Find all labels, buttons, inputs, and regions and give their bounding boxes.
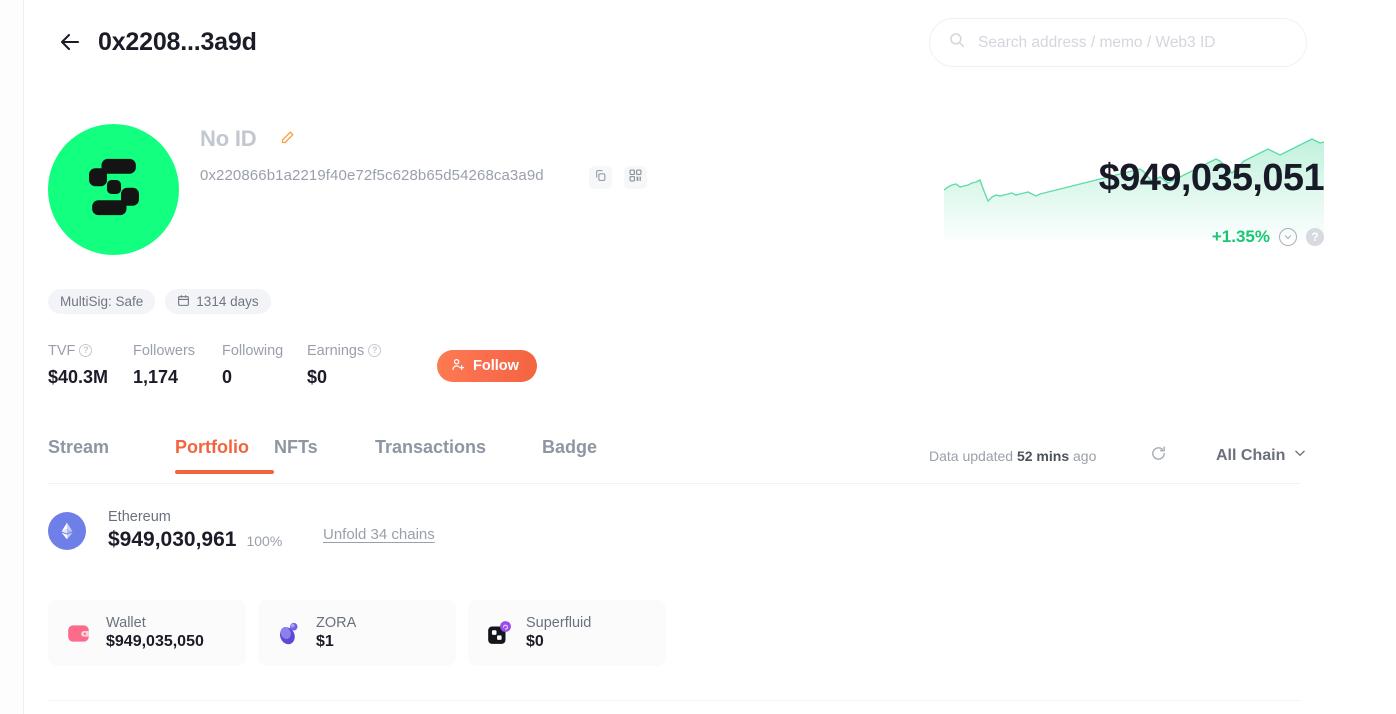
search-input[interactable] (978, 33, 1288, 52)
chain-amount-row: $949,030,961 100% (108, 528, 282, 552)
header: 0x2208...3a9d (24, 0, 1396, 86)
balance-panel: $949,035,051 +1.35% ? (924, 130, 1325, 260)
page-content: 0x2208...3a9d Search address / memo / We… (24, 0, 1396, 714)
card-name: ZORA (316, 615, 357, 631)
app-root: 0x2208...3a9d Search address / memo / We… (0, 0, 1396, 714)
updated-value: 52 mins (1016, 448, 1070, 464)
tab-portfolio[interactable]: Portfolio (175, 437, 274, 474)
updated-suffix: ago (1073, 448, 1097, 464)
card-text: Wallet $949,035,050 (106, 615, 204, 651)
page-title: 0x2208...3a9d (98, 28, 257, 56)
user-plus-icon (451, 357, 466, 376)
tab-stream[interactable]: Stream (48, 437, 175, 474)
tag-label: 1314 days (196, 294, 259, 309)
protocol-card-wallet[interactable]: Wallet $949,035,050 (48, 600, 246, 666)
refresh-button[interactable] (1146, 444, 1170, 468)
chain-percent: 100% (246, 533, 283, 549)
chain-filter-label: All Chain (1216, 446, 1286, 464)
arrow-left-icon (58, 30, 82, 59)
help-circle-icon[interactable]: ? (1306, 228, 1324, 246)
stat-value: $40.3M (48, 367, 109, 387)
stat-value: 1,174 (133, 367, 179, 387)
card-text: Superfluid $0 (526, 615, 591, 651)
stat-label-text: TVF (48, 342, 76, 359)
follow-button-label: Follow (473, 358, 519, 374)
protocol-card-superfluid[interactable]: Superfluid $0 (468, 600, 666, 666)
ethereum-icon (48, 511, 86, 550)
chain-name: Ethereum (108, 509, 171, 525)
follow-button[interactable]: Follow (437, 350, 537, 382)
help-circle-icon[interactable]: ? (79, 344, 93, 357)
calendar-icon (177, 294, 190, 310)
stat-label: TVF ? (48, 341, 133, 360)
edit-name-button[interactable] (277, 130, 297, 150)
safe-logo-icon (75, 148, 153, 231)
tab-nfts[interactable]: NFTs (274, 437, 375, 474)
back-button[interactable] (52, 26, 88, 62)
chevron-down-circle-icon[interactable] (1279, 228, 1297, 246)
unfold-chains-link[interactable]: Unfold 34 chains (323, 526, 435, 543)
chain-filter-select[interactable]: All Chain (1216, 446, 1307, 465)
profile-tags: MultiSig: Safe 1314 days (48, 289, 271, 314)
data-updated-label: Data updated 52 mins ago (929, 448, 1096, 464)
search-bar[interactable] (929, 18, 1307, 67)
card-name: Wallet (106, 615, 146, 631)
protocol-card-zora[interactable]: ZORA $1 (258, 600, 456, 666)
display-name: No ID (200, 126, 257, 151)
avatar[interactable] (48, 124, 179, 255)
qr-code-button[interactable] (624, 166, 647, 189)
chain-amount: $949,030,961 (108, 528, 237, 551)
refresh-icon (1150, 445, 1167, 467)
stat-label-text: Earnings (307, 342, 365, 359)
card-value: $0 (526, 633, 544, 650)
superfluid-icon (486, 620, 512, 646)
total-balance: $949,035,051 (1098, 157, 1325, 199)
wallet-icon (66, 620, 92, 646)
tabs-divider (48, 483, 1300, 484)
tab-transactions[interactable]: Transactions (375, 437, 542, 474)
bottom-divider (48, 700, 1300, 701)
help-circle-icon[interactable]: ? (368, 344, 382, 357)
updated-prefix: Data updated (929, 448, 1014, 464)
card-value: $1 (316, 633, 334, 650)
tag-age: 1314 days (165, 289, 271, 314)
protocol-cards: Wallet $949,035,050 ZORA $1 Superfluid $… (48, 600, 666, 666)
search-icon (948, 31, 966, 54)
chain-summary-row: Ethereum $949,030,961 100% Unfold 34 cha… (48, 509, 435, 552)
stat-label-text: Following (222, 342, 284, 359)
tag-multisig: MultiSig: Safe (48, 289, 156, 314)
pencil-icon (280, 130, 295, 150)
stat-value: 0 (222, 367, 233, 387)
zora-icon (276, 620, 302, 646)
copy-address-button[interactable] (589, 166, 612, 189)
wallet-address: 0x220866b1a2219f40e72f5c628b65d54268ca3a… (200, 167, 544, 184)
stat-value: $0 (307, 367, 328, 387)
stat-followers[interactable]: Followers 1,174 (133, 341, 222, 388)
stat-following[interactable]: Following 0 (222, 341, 307, 388)
profile-stats: TVF ? $40.3M Followers 1,174 Following 0 (48, 341, 411, 388)
chevron-down-icon (1293, 446, 1307, 465)
main-tabs: Stream Portfolio NFTs Transactions Badge (48, 437, 602, 474)
stat-label: Earnings ? (307, 341, 411, 360)
stat-label: Following (222, 341, 307, 360)
left-rail (0, 0, 24, 714)
tab-badge[interactable]: Badge (542, 437, 602, 474)
card-text: ZORA $1 (316, 615, 356, 651)
card-value: $949,035,050 (106, 633, 204, 650)
stat-tvf: TVF ? $40.3M (48, 341, 133, 388)
tag-label: MultiSig: Safe (60, 294, 144, 309)
stat-label-text: Followers (133, 342, 196, 359)
copy-icon (594, 169, 607, 187)
balance-change-row: +1.35% ? (1212, 227, 1324, 247)
qr-code-icon (629, 168, 642, 187)
chain-info: Ethereum $949,030,961 100% (108, 509, 282, 552)
card-name: Superfluid (526, 615, 592, 631)
stat-label: Followers (133, 341, 222, 360)
stat-earnings: Earnings ? $0 (307, 341, 411, 388)
balance-change-percent: +1.35% (1211, 227, 1270, 246)
